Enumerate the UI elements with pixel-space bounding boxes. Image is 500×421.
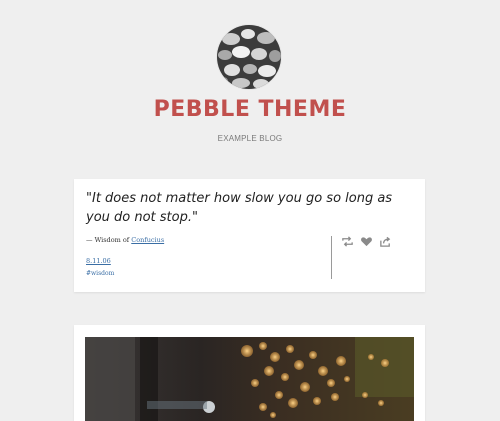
quote-text: "It does not matter how slow you go so l… — [86, 191, 393, 225]
blog-page: PEBBLE THEME EXAMPLE BLOG "It does not m… — [0, 0, 500, 421]
pebbles-image — [217, 25, 281, 89]
post-tag-link[interactable]: #wisdom — [86, 270, 114, 277]
photo-post-image[interactable] — [85, 337, 414, 421]
site-title[interactable]: PEBBLE THEME — [0, 97, 500, 122]
quote-source-link[interactable]: Confucius — [131, 236, 164, 244]
quote-source-prefix: — Wisdom of — [86, 236, 132, 244]
post-divider — [331, 236, 332, 279]
post-date-link[interactable]: 8.11.06 — [86, 257, 111, 265]
quote-source: — Wisdom of Confucius — [86, 236, 164, 244]
heart-icon[interactable] — [360, 235, 373, 248]
blog-avatar[interactable] — [217, 25, 281, 89]
reblog-icon[interactable] — [341, 235, 354, 248]
share-icon[interactable] — [379, 235, 392, 248]
post-actions — [341, 235, 392, 248]
site-description: EXAMPLE BLOG — [217, 134, 283, 143]
photo-post-card — [74, 325, 425, 421]
quote-post-card: "It does not matter how slow you go so l… — [74, 179, 425, 292]
bokeh-lights-photo — [85, 337, 414, 421]
